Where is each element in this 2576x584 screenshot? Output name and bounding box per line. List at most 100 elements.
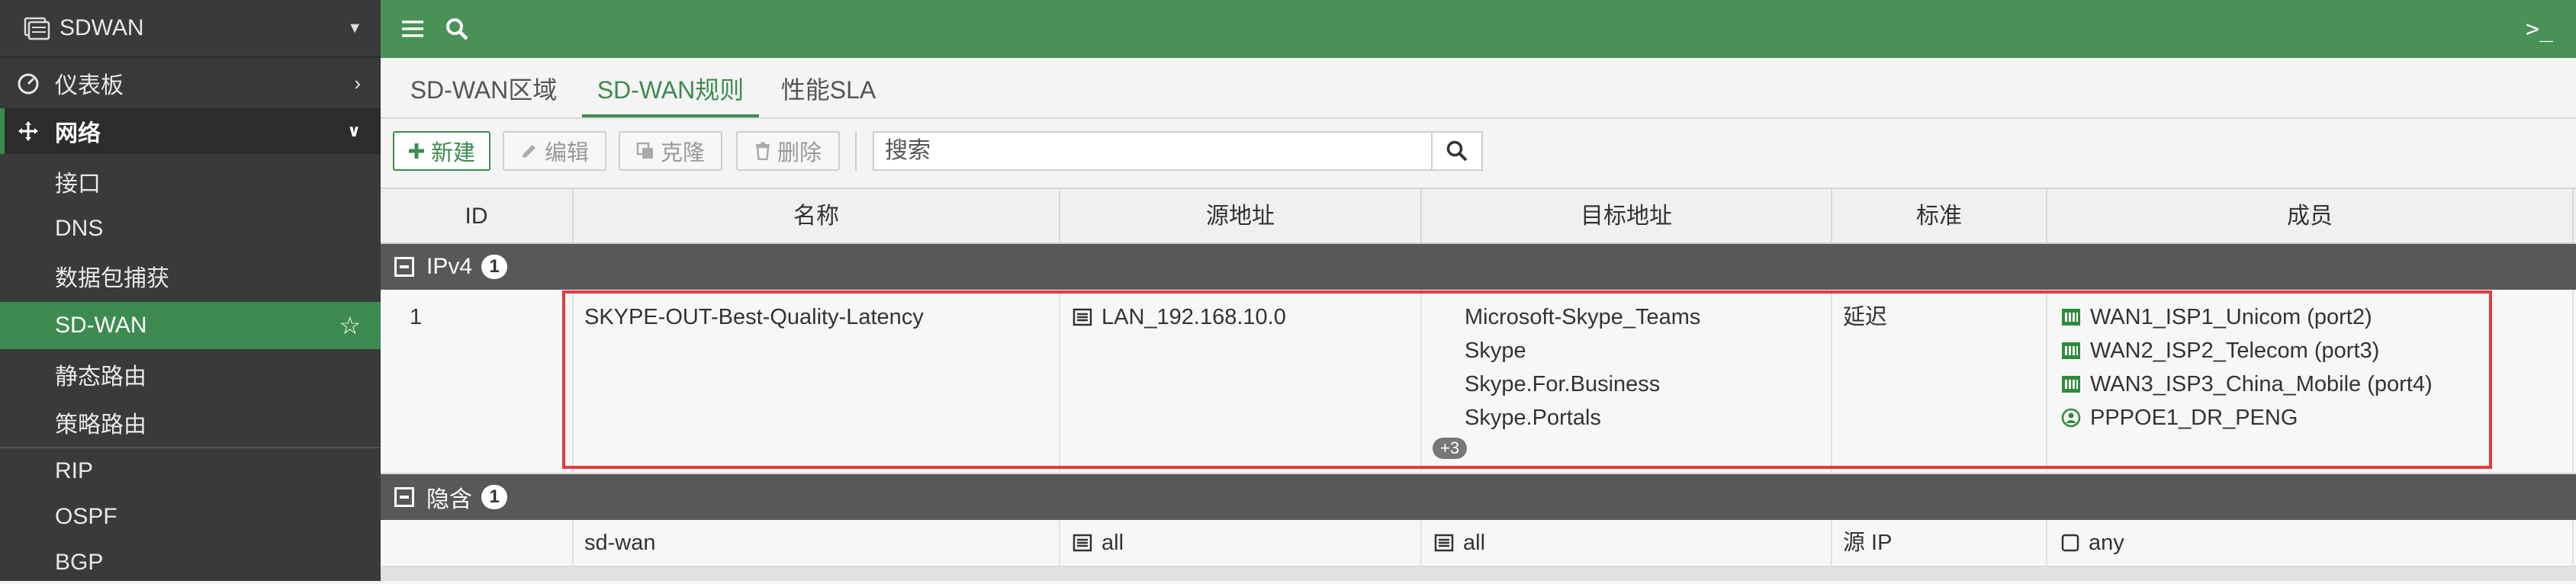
source-address: all <box>1101 531 1124 555</box>
sidebar-item-policy-routes[interactable]: 策略路由 <box>0 399 381 445</box>
top-bar: >_ <box>381 0 2576 58</box>
rule-id: 1 <box>410 305 423 329</box>
network-move-icon <box>17 120 40 143</box>
pencil-icon <box>520 142 539 160</box>
clone-icon <box>636 142 654 160</box>
cell-criteria: 延迟 <box>1832 290 2047 473</box>
sidebar-item-packet-capture[interactable]: 数据包捕获 <box>0 253 381 299</box>
create-new-button[interactable]: 新建 <box>393 131 490 171</box>
sidebar-item-static-routes[interactable]: 静态路由 <box>0 351 381 398</box>
chevron-down-icon: ∨ <box>347 121 361 140</box>
address-icon <box>1434 533 1454 553</box>
table-footer <box>381 567 2576 581</box>
sidebar-item-label: BGP <box>55 550 104 575</box>
sidebar-item-label: SD-WAN <box>55 313 147 338</box>
sidebar-item-label: OSPF <box>55 504 117 529</box>
cell-destination: all <box>1422 520 1832 566</box>
column-header-destination[interactable]: 目标地址 <box>1422 189 1832 242</box>
sidebar-item-bgp[interactable]: BGP <box>0 541 381 584</box>
criteria-value: 延迟 <box>1843 305 1888 329</box>
cell-id: 1 <box>381 290 574 473</box>
sidebar-item-ospf[interactable]: OSPF <box>0 496 381 538</box>
sidebar-item-interfaces[interactable]: 接口 <box>0 159 381 204</box>
member-label: any <box>2089 531 2124 555</box>
interface-icon <box>2061 374 2081 394</box>
tab-bar: SD-WAN区域 SD-WAN规则 性能SLA <box>381 58 2576 119</box>
destination-item: Skype <box>1465 339 1526 363</box>
group-count-badge: 1 <box>481 485 507 509</box>
vdom-selector[interactable]: SDWAN ▼ <box>0 0 381 58</box>
sidebar-item-label: 接口 <box>55 172 101 197</box>
table-row[interactable]: 1 SKYPE-OUT-Best-Quality-Latency LAN_192… <box>381 290 2576 474</box>
rule-name: sd-wan <box>584 531 656 555</box>
sidebar-item-rip[interactable]: RIP <box>0 450 381 493</box>
sidebar-item-label: RIP <box>55 458 94 483</box>
chevron-down-icon: ▼ <box>347 19 362 37</box>
table-row[interactable]: sd-wan all all 源 IP any <box>381 520 2576 567</box>
member-label: WAN3_ISP3_China_Mobile (port4) <box>2090 372 2433 396</box>
sidebar-item-dns[interactable]: DNS <box>0 206 381 252</box>
search-icon[interactable] <box>1431 133 1481 169</box>
member-label: PPPOE1_DR_PENG <box>2090 406 2298 430</box>
rule-name: SKYPE-OUT-Best-Quality-Latency <box>584 305 924 329</box>
cell-name: SKYPE-OUT-Best-Quality-Latency <box>574 290 1060 473</box>
tab-sdwan-rules[interactable]: SD-WAN规则 <box>582 58 759 117</box>
column-header-source[interactable]: 源地址 <box>1060 189 1422 242</box>
delete-label: 删除 <box>777 141 822 165</box>
search-icon[interactable] <box>442 14 472 44</box>
rule-id <box>410 526 572 560</box>
member-label: WAN1_ISP1_Unicom (port2) <box>2090 305 2372 329</box>
tab-performance-sla[interactable]: 性能SLA <box>779 58 878 117</box>
edit-label: 编辑 <box>544 141 589 165</box>
group-label: 隐含 <box>426 487 472 512</box>
cell-members: WAN1_ISP1_Unicom (port2) WAN2_ISP2_Telec… <box>2047 290 2574 473</box>
column-header-members[interactable]: 成员 <box>2047 189 2574 242</box>
delete-button[interactable]: 删除 <box>736 131 840 171</box>
checkbox-icon <box>2061 534 2079 552</box>
sidebar-item-label: DNS <box>55 216 104 241</box>
sidebar-divider <box>0 447 381 448</box>
destination-item: Skype.Portals <box>1465 406 1601 430</box>
sidebar-item-sdwan[interactable]: SD-WAN ☆ <box>0 302 381 349</box>
dashboard-icon <box>17 72 40 95</box>
member-label: WAN2_ISP2_Telecom (port3) <box>2090 339 2380 363</box>
table-header: ID 名称 源地址 目标地址 标准 成员 <box>381 188 2576 244</box>
collapse-icon[interactable] <box>394 487 414 507</box>
star-icon[interactable]: ☆ <box>339 311 361 340</box>
group-header-implicit[interactable]: 隐含 1 <box>381 474 2576 520</box>
sidebar-item-label: 静态路由 <box>55 364 146 390</box>
clone-button[interactable]: 克隆 <box>619 131 722 171</box>
collapse-icon[interactable] <box>394 257 414 277</box>
create-new-label: 新建 <box>430 141 475 165</box>
column-header-id[interactable]: ID <box>381 189 574 242</box>
sidebar-item-label: 策略路由 <box>55 412 146 438</box>
tab-sdwan-zones[interactable]: SD-WAN区域 <box>404 58 564 117</box>
hamburger-icon[interactable] <box>397 14 428 44</box>
sidebar-item-dashboard[interactable]: 仪表板 › <box>0 61 381 105</box>
address-icon <box>1073 307 1092 327</box>
column-header-criteria[interactable]: 标准 <box>1832 189 2047 242</box>
cell-source: LAN_192.168.10.0 <box>1060 290 1422 473</box>
interface-icon <box>2061 307 2081 327</box>
toolbar: 新建 编辑 克隆 删除 <box>381 119 2576 188</box>
criteria-value: 源 IP <box>1843 531 1893 555</box>
search-input[interactable] <box>874 133 1431 169</box>
more-destinations-badge[interactable]: +3 <box>1433 438 1468 459</box>
interface-icon <box>2061 341 2081 361</box>
cell-criteria: 源 IP <box>1832 520 2047 566</box>
pppoe-icon <box>2061 408 2081 428</box>
sidebar-item-network[interactable]: 网络 ∨ <box>0 108 381 154</box>
cli-console-button[interactable]: >_ <box>2526 16 2553 43</box>
group-header-ipv4[interactable]: IPv4 1 <box>381 244 2576 290</box>
column-header-name[interactable]: 名称 <box>574 189 1060 242</box>
destination-item: Microsoft-Skype_Teams <box>1465 305 1701 329</box>
sidebar-item-label: 网络 <box>55 121 101 146</box>
cell-destination: Microsoft-Skype_Teams Skype Skype.For.Bu… <box>1422 290 1832 473</box>
cell-source: all <box>1060 520 1422 566</box>
cell-members: any <box>2047 520 2574 566</box>
device-icon <box>24 17 50 40</box>
clone-label: 克隆 <box>660 141 705 165</box>
cell-name: sd-wan <box>574 520 1060 566</box>
edit-button[interactable]: 编辑 <box>503 131 606 171</box>
sidebar-item-label: 仪表板 <box>55 73 124 98</box>
